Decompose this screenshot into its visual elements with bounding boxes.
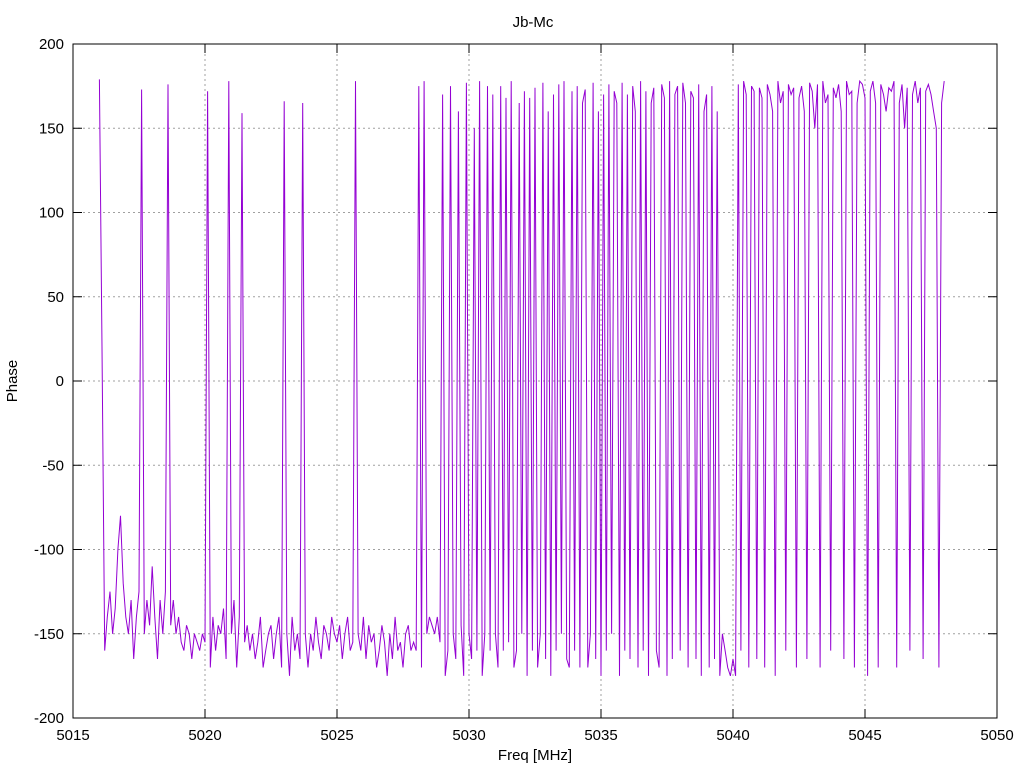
x-tick-label: 5040 — [716, 727, 749, 744]
x-tick-label: 5015 — [56, 727, 89, 744]
y-tick-label: 50 — [47, 289, 64, 306]
y-tick-label: 200 — [39, 36, 64, 53]
x-tick-label: 5030 — [452, 727, 485, 744]
y-tick-label: 0 — [56, 373, 64, 390]
series-layer — [98, 79, 945, 677]
y-tick-label: -100 — [34, 542, 64, 559]
y-tick-label: 150 — [39, 120, 64, 137]
y-tick-label: -200 — [34, 710, 64, 727]
y-axis-label: Phase — [4, 360, 21, 403]
x-tick-label: 5045 — [848, 727, 881, 744]
y-tick-label: -150 — [34, 626, 64, 643]
x-axis-label: Freq [MHz] — [498, 747, 572, 764]
y-tick-label: -50 — [42, 457, 64, 474]
chart-title: Jb-Mc — [513, 14, 554, 31]
x-tick-label: 5035 — [584, 727, 617, 744]
phase-chart: Jb-Mc 5015 5020 5025 5030 5035 5040 5045 5050 -2… — [4, 14, 1014, 764]
x-tick-label: 5020 — [188, 727, 221, 744]
x-tick-label: 5050 — [980, 727, 1013, 744]
x-tick-label: 5025 — [320, 727, 353, 744]
y-tick-label: 100 — [39, 205, 64, 222]
series-line-jb-mc — [98, 79, 945, 677]
